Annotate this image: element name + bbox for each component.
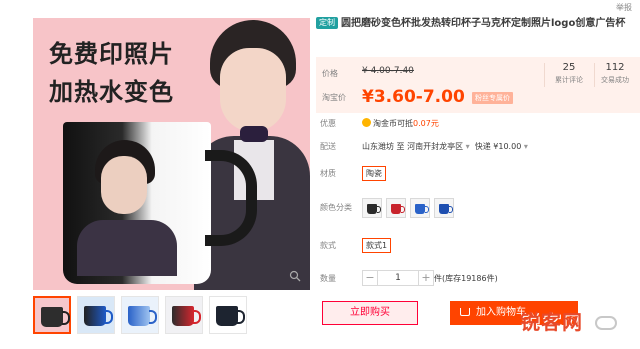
report-link[interactable]: 举报 bbox=[616, 2, 632, 13]
review-count[interactable]: 25 累计评论 bbox=[546, 62, 592, 85]
offer-label: 优惠 bbox=[320, 119, 336, 128]
thumb-black-mug[interactable] bbox=[33, 296, 71, 334]
price-box: 价格 ¥ 4.00-7.40 淘宝价 ¥3.60-7.00 粉丝专属价 25 累… bbox=[316, 57, 640, 113]
price-label: 价格 bbox=[322, 69, 338, 78]
thumb-blue-inner-mug[interactable] bbox=[77, 296, 115, 334]
thumb-dark-mug[interactable] bbox=[209, 296, 247, 334]
review-count-caption: 累计评论 bbox=[555, 76, 583, 84]
member-price-badge[interactable]: 粉丝专属价 bbox=[472, 92, 513, 104]
current-price: ¥3.60-7.00 bbox=[362, 87, 465, 107]
cart-icon bbox=[460, 308, 470, 316]
add-to-cart-label: 加入购物车 bbox=[476, 307, 526, 318]
promo-text-line2: 加热水变色 bbox=[49, 78, 174, 106]
quantity-input[interactable]: 1 bbox=[378, 270, 418, 286]
delivery-from: 山东潍坊 至 bbox=[362, 142, 405, 151]
sales-count-number: 112 bbox=[605, 62, 625, 73]
delivery-method[interactable]: 快递 ¥10.00 bbox=[475, 142, 522, 151]
coin-offer-text: 淘金币可抵 bbox=[373, 119, 413, 128]
stat-divider bbox=[544, 63, 545, 87]
product-title-row: 定制 圆把磨砂变色杯批发热转印杯子马克杯定制照片logo创意广告杯 bbox=[316, 17, 634, 31]
color-swatch-black[interactable] bbox=[362, 198, 382, 218]
buy-now-button[interactable]: 立即购买 bbox=[322, 301, 418, 325]
search-icon[interactable] bbox=[288, 270, 302, 284]
thumb-red-mug[interactable] bbox=[165, 296, 203, 334]
mug-printed-photo bbox=[77, 134, 187, 276]
thumb-light-blue-mug[interactable] bbox=[121, 296, 159, 334]
color-swatch-dark-blue[interactable] bbox=[434, 198, 454, 218]
quantity-stepper: − 1 + bbox=[362, 270, 434, 286]
chevron-down-icon[interactable]: ▾ bbox=[466, 142, 470, 151]
style-option-1[interactable]: 款式1 bbox=[362, 238, 392, 253]
site-watermark: 锐客网 bbox=[520, 310, 583, 334]
review-count-number: 25 bbox=[562, 62, 576, 73]
color-swatch-blue[interactable] bbox=[410, 198, 430, 218]
color-label: 颜色分类 bbox=[320, 203, 352, 212]
stock-info: 件(库存19186件) bbox=[434, 274, 498, 283]
coin-offer-amount: 0.07元 bbox=[413, 119, 439, 128]
color-swatches bbox=[362, 198, 454, 218]
coin-icon bbox=[362, 118, 371, 127]
quantity-decrease-button[interactable]: − bbox=[362, 270, 378, 286]
quantity-increase-button[interactable]: + bbox=[418, 270, 434, 286]
chevron-down-icon[interactable]: ▾ bbox=[524, 142, 528, 151]
style-label: 款式 bbox=[320, 241, 336, 250]
product-title: 圆把磨砂变色杯批发热转印杯子马克杯定制照片logo创意广告杯 bbox=[341, 18, 626, 29]
watermark-logo-icon bbox=[595, 316, 617, 330]
quantity-label: 数量 bbox=[320, 274, 336, 283]
mug-handle bbox=[205, 150, 257, 246]
delivery-label: 配送 bbox=[320, 142, 336, 151]
material-label: 材质 bbox=[320, 169, 336, 178]
material-option-ceramic[interactable]: 陶瓷 bbox=[362, 166, 386, 181]
delivery-destination[interactable]: 河南开封龙亭区 bbox=[407, 142, 463, 151]
delivery-info: 山东潍坊 至 河南开封龙亭区 ▾ 快递 ¥10.00 ▾ bbox=[362, 141, 528, 152]
coin-offer[interactable]: 淘金币可抵0.07元 bbox=[362, 118, 439, 129]
sales-count-caption: 交易成功 bbox=[601, 76, 629, 84]
custom-tag: 定制 bbox=[316, 17, 338, 29]
color-changing-mug bbox=[63, 122, 211, 284]
thumbnail-strip bbox=[33, 296, 247, 336]
main-product-image[interactable]: 免费印照片 加热水变色 bbox=[33, 18, 310, 290]
original-price: ¥ 4.00-7.40 bbox=[362, 66, 414, 76]
sales-count: 112 交易成功 bbox=[592, 62, 638, 85]
color-swatch-red[interactable] bbox=[386, 198, 406, 218]
promo-price-label: 淘宝价 bbox=[322, 93, 346, 102]
promo-text-line1: 免费印照片 bbox=[49, 40, 174, 68]
